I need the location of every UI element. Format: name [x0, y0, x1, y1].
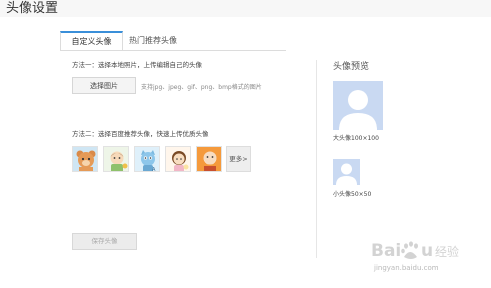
grandpa-icon[interactable]	[196, 146, 222, 172]
method1-label: 方法一：选择本地照片，上传编辑自己的头像	[72, 61, 202, 69]
vertical-divider	[316, 60, 317, 258]
method2-label: 方法二：选择百度推荐头像，快速上传优质头像	[72, 130, 209, 138]
small-avatar-preview	[333, 159, 360, 185]
svg-text:u: u	[421, 241, 433, 261]
small-avatar-size-label: 小头像50×50	[333, 191, 372, 198]
svg-text:Bai: Bai	[371, 241, 401, 261]
large-avatar-preview	[333, 81, 383, 130]
svg-text:A: A	[152, 167, 156, 172]
supported-formats-text: 支持jpg、jpeg、gif、png、bmp格式的图片	[141, 84, 262, 91]
preview-title: 头像预览	[333, 62, 370, 72]
child-icon[interactable]	[103, 146, 129, 172]
svg-text:经验: 经验	[435, 244, 459, 259]
page-title: 头像设置	[6, 1, 59, 16]
cat-icon[interactable]: A	[134, 146, 160, 172]
user-silhouette-icon	[339, 90, 377, 130]
large-avatar-size-label: 大头像100×100	[333, 135, 379, 142]
save-avatar-button[interactable]: 保存头像	[72, 233, 137, 250]
tab-custom-avatar[interactable]: 自定义头像	[60, 31, 123, 50]
watermark-url: jingyan.baidu.com	[374, 264, 439, 272]
choose-image-button[interactable]: 选择图片	[72, 77, 136, 94]
girl-icon[interactable]	[165, 146, 191, 172]
more-avatars-button[interactable]: 更多>	[226, 146, 251, 172]
bear-icon[interactable]	[72, 146, 98, 172]
header-bar: 头像设置	[0, 0, 491, 17]
tab-popular-avatars[interactable]: 热门推荐头像	[128, 32, 178, 49]
user-silhouette-icon	[336, 163, 357, 185]
tab-bar: 自定义头像 热门推荐头像	[60, 31, 286, 51]
